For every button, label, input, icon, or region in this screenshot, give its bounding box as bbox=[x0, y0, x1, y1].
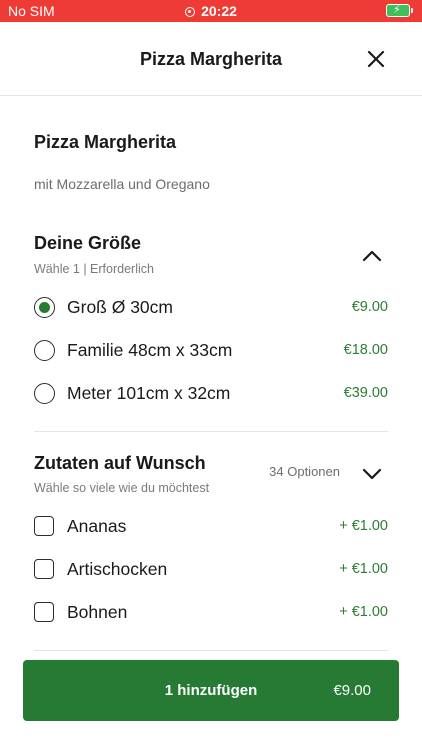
product-name: Pizza Margherita bbox=[34, 132, 177, 152]
size-section-subtitle: Wähle 1 | Erforderlich bbox=[34, 262, 154, 276]
option-label: Meter 101cm x 32cm bbox=[67, 383, 231, 403]
option-label: Ananas bbox=[67, 516, 127, 536]
option-price: + €1.00 bbox=[339, 518, 388, 534]
option-label: Familie 48cm x 33cm bbox=[67, 340, 233, 360]
page-title: Pizza Margherita bbox=[139, 49, 283, 69]
option-price: + €1.00 bbox=[339, 604, 388, 620]
checkbox[interactable] bbox=[34, 602, 54, 622]
status-time: 20:22 bbox=[201, 3, 237, 19]
extras-section-title: Zutaten auf Wunsch bbox=[34, 453, 206, 473]
size-section-title: Deine Größe bbox=[34, 233, 142, 253]
option-price: €9.00 bbox=[351, 299, 388, 315]
close-icon bbox=[367, 50, 385, 68]
size-option-familie[interactable]: Familie 48cm x 33cm €18.00 bbox=[34, 336, 388, 366]
radio-button[interactable] bbox=[34, 383, 55, 404]
chevron-down-icon bbox=[362, 468, 382, 480]
option-label: Groß Ø 30cm bbox=[67, 297, 173, 317]
extra-option-ananas[interactable]: Ananas + €1.00 bbox=[34, 512, 388, 542]
radio-button-selected[interactable] bbox=[34, 297, 55, 318]
status-bar: No SIM 20:22 ⚡ bbox=[0, 0, 422, 22]
add-to-cart-button[interactable]: 1 hinzufügen €9.00 bbox=[23, 660, 399, 721]
option-label: Artischocken bbox=[67, 559, 168, 579]
size-option-gross[interactable]: Groß Ø 30cm €9.00 bbox=[34, 293, 388, 323]
option-price: + €1.00 bbox=[339, 561, 388, 577]
checkbox[interactable] bbox=[34, 559, 54, 579]
extra-option-artischocken[interactable]: Artischocken + €1.00 bbox=[34, 555, 388, 585]
option-price: €39.00 bbox=[343, 385, 388, 401]
close-button[interactable] bbox=[366, 49, 386, 69]
section-divider bbox=[34, 431, 388, 432]
options-count: 34 Optionen bbox=[269, 464, 340, 479]
option-label: Bohnen bbox=[67, 602, 128, 622]
checkbox[interactable] bbox=[34, 516, 54, 536]
modal-header: Pizza Margherita bbox=[0, 22, 422, 96]
location-icon bbox=[185, 7, 196, 17]
status-center: 20:22 bbox=[0, 3, 422, 19]
extra-option-bohnen[interactable]: Bohnen + €1.00 bbox=[34, 598, 388, 628]
radio-button[interactable] bbox=[34, 340, 55, 361]
add-button-amount: €9.00 bbox=[333, 682, 371, 699]
option-price: €18.00 bbox=[343, 342, 388, 358]
size-option-meter[interactable]: Meter 101cm x 32cm €39.00 bbox=[34, 379, 388, 409]
product-description: mit Mozzarella und Oregano bbox=[34, 176, 210, 192]
extras-section-subtitle: Wähle so viele wie du möchtest bbox=[34, 481, 210, 495]
expand-extras-button[interactable] bbox=[361, 463, 383, 485]
section-divider bbox=[34, 650, 388, 651]
collapse-size-button[interactable] bbox=[361, 245, 383, 267]
battery-charging-icon: ⚡ bbox=[386, 4, 413, 17]
chevron-up-icon bbox=[362, 250, 382, 262]
